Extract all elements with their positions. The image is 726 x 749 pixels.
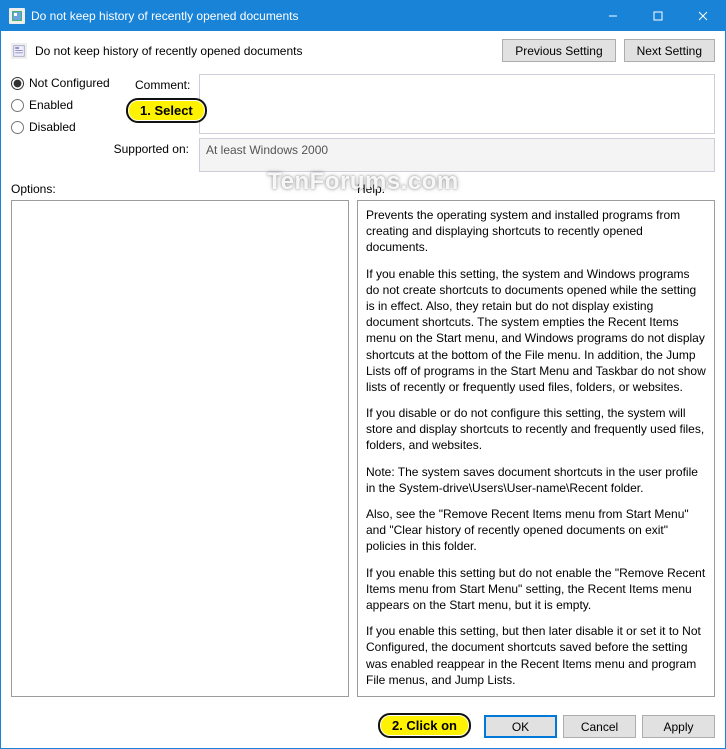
- config-grid: Not Configured Enabled Disabled Comment:…: [1, 70, 725, 172]
- maximize-button[interactable]: [635, 1, 680, 31]
- titlebar: Do not keep history of recently opened d…: [1, 1, 725, 31]
- policy-name: Do not keep history of recently opened d…: [35, 44, 303, 58]
- help-paragraph: If you enable this setting but do not en…: [366, 565, 706, 614]
- help-paragraph: If you enable this setting, the system a…: [366, 266, 706, 396]
- help-paragraph: Also, see the "Remove Recent Items menu …: [366, 506, 706, 555]
- policy-icon: [11, 43, 27, 59]
- close-button[interactable]: [680, 1, 725, 31]
- supported-on-box: At least Windows 2000: [199, 138, 715, 172]
- radio-label: Enabled: [29, 98, 73, 112]
- radio-label: Disabled: [29, 120, 76, 134]
- apply-button[interactable]: Apply: [642, 715, 715, 738]
- comment-textarea[interactable]: [199, 74, 715, 134]
- ok-button[interactable]: OK: [484, 715, 557, 738]
- content-sections: Options: Help: Prevents the operating sy…: [1, 172, 725, 707]
- titlebar-title: Do not keep history of recently opened d…: [31, 9, 590, 23]
- radio-not-configured[interactable]: Not Configured: [11, 76, 131, 90]
- previous-setting-button[interactable]: Previous Setting: [502, 39, 615, 62]
- minimize-button[interactable]: [590, 1, 635, 31]
- help-paragraph: If you disable or do not configure this …: [366, 405, 706, 454]
- radio-enabled-input[interactable]: [11, 99, 24, 112]
- annotation-select: 1. Select: [126, 98, 207, 123]
- radio-label: Not Configured: [29, 76, 110, 90]
- radio-enabled[interactable]: Enabled: [11, 98, 131, 112]
- cancel-button[interactable]: Cancel: [563, 715, 636, 738]
- supported-label: Supported on:: [11, 134, 195, 172]
- help-paragraph: Prevents the operating system and instal…: [366, 207, 706, 256]
- radio-disabled-input[interactable]: [11, 121, 24, 134]
- footer-buttons: 2. Click on OK Cancel Apply: [1, 707, 725, 748]
- help-box[interactable]: Prevents the operating system and instal…: [357, 200, 715, 697]
- next-setting-button[interactable]: Next Setting: [624, 39, 715, 62]
- titlebar-icon: [9, 8, 25, 24]
- options-column: Options:: [11, 182, 349, 697]
- annotation-click: 2. Click on: [378, 713, 471, 738]
- options-box[interactable]: [11, 200, 349, 697]
- help-paragraph: If you enable this setting, but then lat…: [366, 623, 706, 688]
- options-label: Options:: [11, 182, 349, 196]
- header-row: Do not keep history of recently opened d…: [1, 31, 725, 70]
- dialog-window: Do not keep history of recently opened d…: [0, 0, 726, 749]
- radio-not-configured-input[interactable]: [11, 77, 24, 90]
- radio-disabled[interactable]: Disabled: [11, 120, 131, 134]
- help-label: Help:: [357, 182, 715, 196]
- state-radios: Not Configured Enabled Disabled: [11, 74, 131, 134]
- help-paragraph: Note: The system saves document shortcut…: [366, 464, 706, 496]
- help-column: Help: Prevents the operating system and …: [357, 182, 715, 697]
